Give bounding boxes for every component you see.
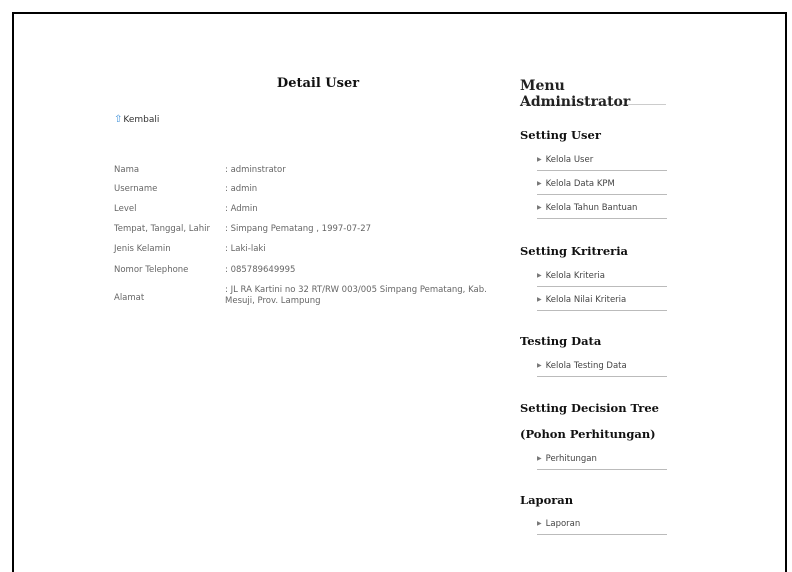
sidebar-item-laporan[interactable]: ▶ Laporan: [537, 519, 667, 535]
field-label: Nama: [114, 165, 140, 175]
section-heading-decision-tree: Setting Decision Tree: [520, 401, 659, 415]
sidebar-item-label: Perhitungan: [545, 454, 597, 464]
field-label: Jenis Kelamin: [114, 244, 171, 254]
section-heading-decision-tree-sub: (Pohon Perhitungan): [520, 427, 656, 441]
sidebar-item-kelola-user[interactable]: ▶ Kelola User: [537, 155, 667, 171]
sidebar-item-label: Kelola User: [545, 155, 594, 165]
triangle-right-icon: ▶: [537, 296, 542, 303]
sidebar-item-label: Kelola Data KPM: [545, 179, 615, 189]
field-value: : Admin: [225, 204, 258, 214]
section-heading-setting-kriteria: Setting Kritreria: [520, 244, 629, 258]
field-label: Nomor Telephone: [114, 265, 189, 275]
field-value: : Simpang Pematang , 1997-07-27: [225, 224, 372, 234]
sidebar-item-perhitungan[interactable]: ▶ Perhitungan: [537, 454, 667, 470]
triangle-right-icon: ▶: [537, 156, 542, 163]
field-value: : admin: [225, 184, 258, 194]
sidebar-item-kelola-kriteria[interactable]: ▶ Kelola Kriteria: [537, 271, 667, 287]
section-heading-laporan: Laporan: [520, 493, 574, 507]
field-value: : 085789649995: [225, 265, 296, 275]
sidebar: Menu Administrator Setting User ▶ Kelola …: [520, 78, 670, 535]
sidebar-item-label: Kelola Tahun Bantuan: [545, 203, 638, 213]
triangle-right-icon: ▶: [537, 272, 542, 279]
sidebar-item-label: Laporan: [545, 519, 581, 529]
sidebar-item-label: Kelola Nilai Kriteria: [545, 295, 627, 305]
triangle-right-icon: ▶: [537, 180, 542, 187]
triangle-right-icon: ▶: [537, 455, 542, 462]
arrow-up-icon: ⇧: [114, 114, 123, 125]
sidebar-item-kelola-data-kpm[interactable]: ▶ Kelola Data KPM: [537, 179, 667, 195]
section-heading-testing-data: Testing Data: [520, 334, 602, 348]
field-label: Username: [114, 184, 158, 194]
sidebar-item-label: Kelola Kriteria: [545, 271, 605, 281]
field-value: : adminstrator: [225, 165, 286, 175]
page-title: Detail User: [276, 76, 360, 91]
sidebar-item-label: Kelola Testing Data: [545, 361, 627, 371]
field-label: Level: [114, 204, 137, 214]
section-heading-setting-user: Setting User: [520, 128, 601, 142]
triangle-right-icon: ▶: [537, 362, 542, 369]
back-label: Kembali: [123, 115, 160, 125]
back-link[interactable]: ⇧ Kembali: [114, 114, 160, 126]
sidebar-title: Menu Administrator: [520, 78, 666, 110]
sidebar-item-kelola-testing-data[interactable]: ▶ Kelola Testing Data: [537, 361, 667, 377]
field-label: Tempat, Tanggal, Lahir: [114, 224, 210, 234]
triangle-right-icon: ▶: [537, 204, 542, 211]
field-value: : JL RA Kartini no 32 RT/RW 003/005 Simp…: [225, 285, 487, 306]
triangle-right-icon: ▶: [537, 520, 542, 527]
field-value: : Laki-laki: [225, 244, 266, 254]
sidebar-item-kelola-nilai-kriteria[interactable]: ▶ Kelola Nilai Kriteria: [537, 295, 667, 311]
sidebar-item-kelola-tahun-bantuan[interactable]: ▶ Kelola Tahun Bantuan: [537, 203, 667, 219]
field-label: Alamat: [114, 293, 145, 303]
